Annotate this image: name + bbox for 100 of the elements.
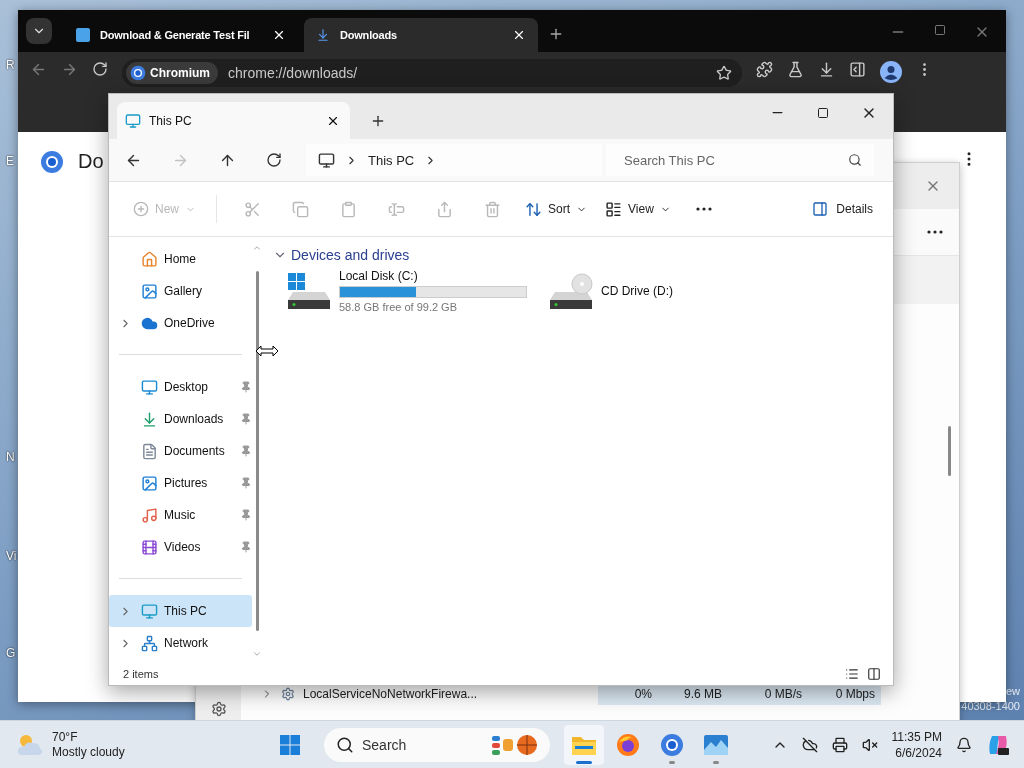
photos-icon [703,733,729,756]
desktop-icon-label: G [6,646,16,660]
picture-icon [141,474,158,492]
sidebar-item[interactable]: This PC [109,595,252,627]
new-tab-button[interactable] [548,26,564,42]
drive-name: Local Disk (C:) [339,269,419,283]
view-button[interactable]: View [599,193,677,225]
monitor-icon [125,112,141,129]
flask-icon[interactable] [787,61,804,78]
chromium-icon [130,65,146,81]
sidebar-label: Downloads [164,412,225,426]
close-icon [512,28,526,42]
maximize-icon[interactable] [817,106,829,119]
address-bar[interactable]: Chromium chrome://downloads/ [122,59,742,87]
network-icon [141,634,158,652]
date-text: 6/6/2024 [895,744,942,761]
tab-list-button[interactable] [26,18,52,44]
url-text: chrome://downloads/ [228,65,359,81]
build-text: ew [1005,685,1020,697]
group-header[interactable]: Devices and drives [273,247,893,263]
site-chip[interactable]: Chromium [126,62,218,84]
cd-drive-icon [549,272,593,310]
plus-icon [133,201,149,217]
sidebar-item[interactable]: Pictures [109,467,252,499]
taskbar-search-field[interactable]: Search [324,727,550,762]
scrollbar-thumb[interactable] [948,426,951,476]
reload-icon[interactable] [92,61,108,77]
close-tab-button[interactable] [512,28,526,42]
search-icon [848,153,862,167]
search-highlight-icon [490,732,540,757]
back-icon[interactable] [30,61,47,78]
plus-icon [370,113,386,129]
new-tab-button[interactable] [370,113,386,129]
drive-tile[interactable]: Local Disk (C:) 58.8 GB free of 99.2 GB [287,269,535,313]
build-text: 40308-1400 [961,700,1020,712]
drive-tile[interactable]: CD Drive (D:) [549,269,709,313]
sort-button[interactable]: Sort [519,193,594,225]
copy-icon [291,200,309,218]
search-field[interactable]: Search This PC [606,144,874,176]
sidebar-item[interactable]: Videos [109,531,252,563]
browser-tab[interactable]: Downloads [304,18,538,52]
monitor-icon [318,151,335,169]
forward-icon[interactable] [61,61,78,78]
page-icon [76,28,90,42]
sidebar-label: Desktop [164,380,210,394]
clock[interactable]: 11:35 PM 6/6/2024 [891,728,942,761]
bookmark-star-icon[interactable] [716,65,732,81]
taskbar-app-button[interactable] [564,724,604,765]
sidebar-item[interactable]: Music [109,499,252,531]
drive-name: CD Drive (D:) [601,284,673,298]
download-icon [141,410,158,428]
firefox-icon [616,732,640,757]
notifications-icon[interactable] [956,736,972,753]
profile-avatar[interactable] [880,61,902,83]
sidebar-label: Videos [164,540,202,554]
home-icon [141,250,158,268]
sidebar-item[interactable]: Documents [109,435,252,467]
weather-condition: Mostly cloudy [52,744,125,760]
details-button[interactable]: Details [806,193,879,225]
trash-icon [483,200,501,218]
sidebar-item[interactable]: Desktop [109,371,252,403]
more-icon [695,207,712,211]
download-icon[interactable] [818,61,835,78]
settings-icon[interactable] [210,701,227,717]
sidebar-label: Home [164,252,197,266]
extensions-icon[interactable] [756,61,773,78]
details-view-icon[interactable] [845,667,859,681]
cloud-off-icon[interactable] [801,736,818,753]
resize-cursor-icon [255,345,279,357]
explorer-tab[interactable]: This PC [117,102,350,139]
desktop-icon [141,378,158,396]
rename-icon [387,200,405,218]
gallery-icon [141,282,158,300]
tiles-view-icon[interactable] [867,667,881,681]
details-pane-icon [812,201,829,217]
process-name: LocalServiceNoNetworkFirewa... [303,687,478,701]
sidebar-item[interactable]: OneDrive [109,307,252,339]
tab-title: This PC [149,113,193,128]
refresh-button[interactable] [266,152,282,168]
address-bar[interactable]: This PC [306,144,602,176]
sidebar-label: Pictures [164,476,209,490]
sidebar-item[interactable]: Home [109,243,252,275]
sidebar-label: This PC [164,604,208,618]
more-icon[interactable] [927,230,943,234]
sidebar-item[interactable]: Network [109,627,252,659]
volume-muted-icon[interactable] [861,736,878,753]
browser-tab[interactable]: Download & Generate Test Fil [64,18,298,52]
video-icon [141,538,158,556]
close-tab-button[interactable] [272,28,286,42]
time-text: 11:35 PM [891,728,942,745]
hard-drive-icon [287,272,331,310]
side-panel-icon[interactable] [849,61,866,78]
chromium-logo [40,150,64,174]
sidebar-item[interactable]: Downloads [109,403,252,435]
sidebar-item[interactable]: Gallery [109,275,252,307]
share-icon [435,200,453,218]
close-icon [272,28,286,42]
printer-icon[interactable] [831,736,848,753]
view-icon [605,200,623,218]
windows-logo-icon [280,734,300,755]
